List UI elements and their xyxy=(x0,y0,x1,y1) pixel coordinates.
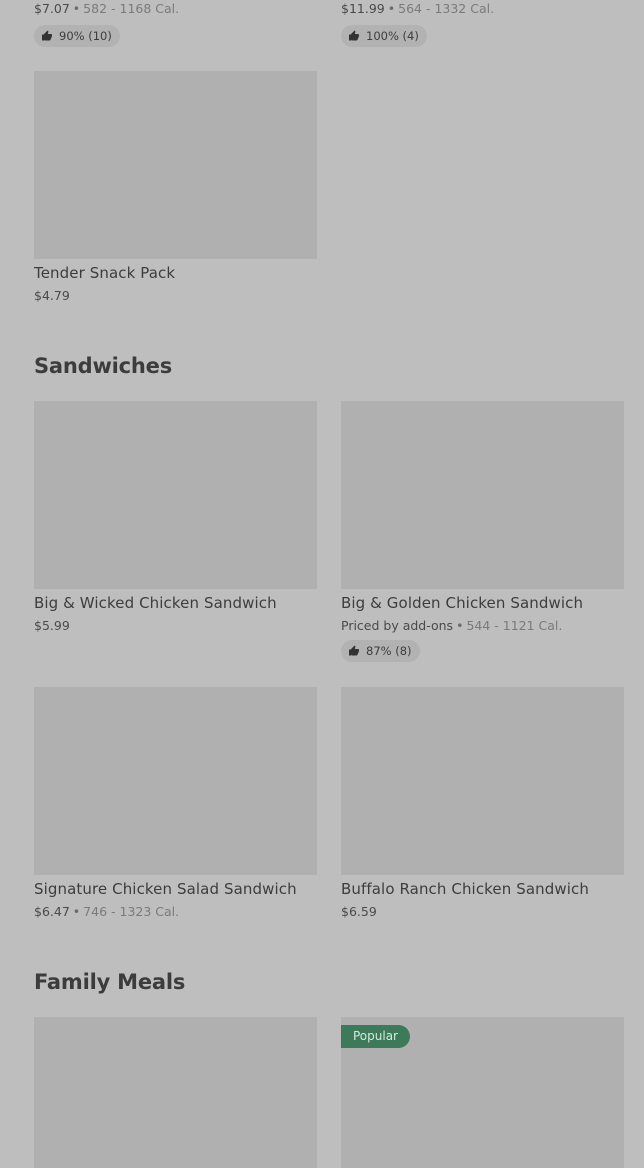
rating-badge: 90% (10) xyxy=(34,25,120,47)
menu-page: $7.07 • 582 - 1168 Cal. 90% (10) $11.99 • 56… xyxy=(0,0,644,1168)
item-meta: $7.07 • 582 - 1168 Cal. xyxy=(34,1,180,16)
rating-badge: 87% (8) xyxy=(341,640,420,662)
menu-item-tender-snack-pack[interactable]: Tender Snack Pack $4.79 xyxy=(34,71,317,304)
item-price: $4.79 xyxy=(34,288,70,303)
menu-item-family-meal-1[interactable] xyxy=(34,1017,317,1168)
item-calories: 564 - 1332 Cal. xyxy=(398,1,495,16)
section-title-family-meals: Family Meals xyxy=(34,970,186,994)
menu-item-signature-chicken-salad[interactable]: Signature Chicken Salad Sandwich $6.47 • 7… xyxy=(34,687,317,920)
popular-badge: Popular xyxy=(341,1025,410,1048)
item-price: $6.47 xyxy=(34,904,70,919)
item-meta: Priced by add-ons • 544 - 1121 Cal. xyxy=(341,618,563,633)
item-name: Signature Chicken Salad Sandwich xyxy=(34,880,297,898)
item-image xyxy=(341,687,624,875)
menu-item-big-wicked[interactable]: Big & Wicked Chicken Sandwich $5.99 xyxy=(34,401,317,634)
rating-badge: 100% (4) xyxy=(341,25,427,47)
thumbs-up-icon xyxy=(42,30,52,41)
item-meta: $6.47 • 746 - 1323 Cal. xyxy=(34,904,180,919)
item-meta: $11.99 • 564 - 1332 Cal. xyxy=(341,1,495,16)
item-price: $7.07 xyxy=(34,1,70,16)
menu-item-top-right[interactable]: $11.99 • 564 - 1332 Cal. 100% (4) xyxy=(341,0,624,47)
section-title-sandwiches: Sandwiches xyxy=(34,354,173,378)
thumbs-up-icon xyxy=(349,645,359,656)
rating-text: 100% (4) xyxy=(366,29,419,43)
menu-item-family-meal-2[interactable]: Popular xyxy=(341,1017,624,1168)
item-calories: 746 - 1323 Cal. xyxy=(83,904,180,919)
menu-item-big-golden[interactable]: Big & Golden Chicken Sandwich Priced by … xyxy=(341,401,624,662)
menu-item-buffalo-ranch[interactable]: Buffalo Ranch Chicken Sandwich $6.59 xyxy=(341,687,624,920)
item-price: $11.99 xyxy=(341,1,385,16)
item-image xyxy=(34,1017,317,1168)
item-meta: $4.79 xyxy=(34,288,317,304)
item-image xyxy=(34,71,317,259)
item-calories: 582 - 1168 Cal. xyxy=(83,1,180,16)
item-name: Big & Golden Chicken Sandwich xyxy=(341,594,584,612)
item-price: Priced by add-ons xyxy=(341,618,454,633)
item-name: Tender Snack Pack xyxy=(34,264,176,282)
rating-text: 87% (8) xyxy=(366,644,412,658)
thumbs-up-icon xyxy=(349,30,359,41)
item-meta: $6.59 xyxy=(341,904,624,920)
item-price: $5.99 xyxy=(34,618,70,633)
item-meta: $5.99 xyxy=(34,618,317,634)
item-name: Big & Wicked Chicken Sandwich xyxy=(34,594,277,612)
rating-text: 90% (10) xyxy=(59,29,112,43)
item-image: Popular xyxy=(341,1017,624,1168)
item-calories: 544 - 1121 Cal. xyxy=(466,618,563,633)
item-image xyxy=(341,401,624,589)
item-price: $6.59 xyxy=(341,904,377,919)
item-image xyxy=(34,687,317,875)
item-name: Buffalo Ranch Chicken Sandwich xyxy=(341,880,589,898)
item-image xyxy=(34,401,317,589)
menu-item-top-left[interactable]: $7.07 • 582 - 1168 Cal. 90% (10) xyxy=(34,0,317,47)
